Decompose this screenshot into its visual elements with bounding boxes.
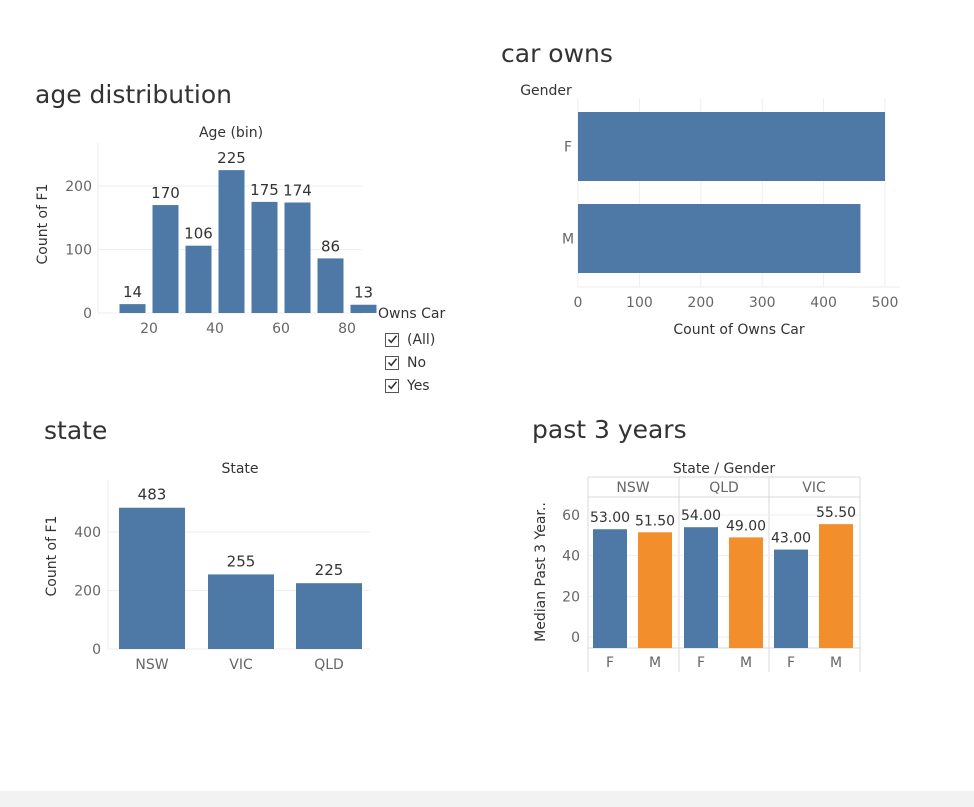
bar-value-label: 13 (354, 284, 373, 302)
y-tick-label: 100 (65, 243, 92, 259)
category-label: F (564, 140, 572, 156)
bar-value-label: 225 (315, 561, 344, 579)
age-bar (350, 304, 377, 313)
x-tick-label: M (740, 655, 752, 671)
filter-option-no[interactable]: No (378, 351, 498, 374)
filter-title: Owns Car (378, 306, 446, 322)
y-tick-label: 0 (92, 642, 101, 658)
y-tick-label: 0 (571, 630, 580, 646)
x-tick-label: F (606, 655, 614, 671)
bar-value-label: 14 (123, 283, 142, 301)
group-header-label: NSW (616, 480, 649, 496)
bar-value-label: 175 (250, 181, 279, 199)
filter-option-all[interactable]: (All) (378, 328, 498, 351)
bar-value-label: 225 (217, 149, 246, 167)
x-tick-label: F (697, 655, 705, 671)
checkbox-checked-icon[interactable] (385, 378, 399, 393)
x-axis-label: Age (bin) (199, 125, 263, 141)
age-bar (185, 245, 212, 313)
median-bar (684, 527, 718, 648)
x-tick-label: M (649, 655, 661, 671)
x-axis-label: State (221, 461, 258, 477)
group-header-label: QLD (709, 480, 739, 496)
x-tick-label: M (830, 655, 842, 671)
owns-car-filter: Owns Car (All) No Yes (378, 306, 498, 397)
y-tick-label: 0 (83, 306, 92, 322)
x-tick-label: 300 (749, 295, 776, 311)
age-distribution-chart: Age (bin)Count of F101002001417010622517… (35, 83, 900, 673)
bar-value-label: 483 (138, 486, 167, 504)
state-bar (296, 583, 362, 649)
x-axis-label: State / Gender (673, 461, 776, 477)
x-tick-label: 0 (574, 295, 583, 311)
x-tick-label: QLD (314, 657, 344, 673)
y-tick-label: 20 (562, 589, 580, 605)
checkbox-checked-icon[interactable] (385, 355, 399, 370)
state-bar (119, 507, 185, 649)
median-bar (638, 532, 672, 648)
gender-bar (578, 112, 885, 181)
category-axis-label: Gender (520, 83, 572, 99)
median-bar (729, 537, 763, 648)
x-tick-label: 200 (687, 295, 714, 311)
bar-value-label: 86 (321, 237, 340, 255)
bar-value-label: 55.50 (816, 505, 856, 521)
x-tick-label: 100 (626, 295, 653, 311)
x-tick-label: 40 (206, 321, 224, 337)
median-bar (593, 529, 627, 648)
x-tick-label: 80 (338, 321, 356, 337)
y-axis-label: Count of F1 (44, 516, 60, 597)
y-axis-label: Count of F1 (35, 184, 51, 265)
bar-value-label: 170 (151, 184, 180, 202)
checkbox-checked-icon[interactable] (385, 332, 399, 347)
age-bar (317, 258, 344, 313)
x-tick-label: F (787, 655, 795, 671)
x-tick-label: 20 (140, 321, 158, 337)
x-tick-label: 500 (872, 295, 899, 311)
filter-option-yes[interactable]: Yes (378, 374, 498, 397)
bar-value-label: 106 (184, 225, 213, 243)
x-tick-label: 60 (272, 321, 290, 337)
age-bar (119, 304, 146, 313)
age-bar (284, 202, 311, 313)
group-header-label: VIC (802, 480, 826, 496)
median-bar (774, 549, 808, 648)
x-tick-label: NSW (135, 657, 168, 673)
y-tick-label: 200 (65, 179, 92, 195)
bar-value-label: 174 (283, 182, 312, 200)
state-bar (208, 574, 274, 649)
filter-option-label: No (407, 354, 427, 371)
filter-option-label: Yes (407, 377, 430, 394)
y-tick-label: 400 (74, 525, 101, 541)
x-tick-label: 400 (810, 295, 837, 311)
age-bar (251, 201, 278, 313)
x-tick-label: VIC (229, 657, 253, 673)
bar-value-label: 49.00 (726, 518, 766, 534)
y-tick-label: 40 (562, 549, 580, 565)
y-tick-label: 200 (74, 584, 101, 600)
bottom-bar (0, 791, 974, 807)
filter-option-label: (All) (407, 331, 436, 348)
median-bar (819, 524, 853, 648)
gender-bar (578, 204, 861, 273)
age-bar (218, 170, 245, 313)
bar-value-label: 43.00 (771, 531, 811, 547)
bar-value-label: 51.50 (635, 513, 675, 529)
x-axis-label: Count of Owns Car (673, 322, 804, 338)
bar-value-label: 53.00 (590, 510, 630, 526)
bar-value-label: 54.00 (681, 508, 721, 524)
category-label: M (562, 232, 574, 248)
y-tick-label: 60 (562, 508, 580, 524)
bar-value-label: 255 (227, 552, 256, 570)
age-bar (152, 205, 179, 313)
y-axis-label: Median Past 3 Year.. (533, 502, 549, 642)
